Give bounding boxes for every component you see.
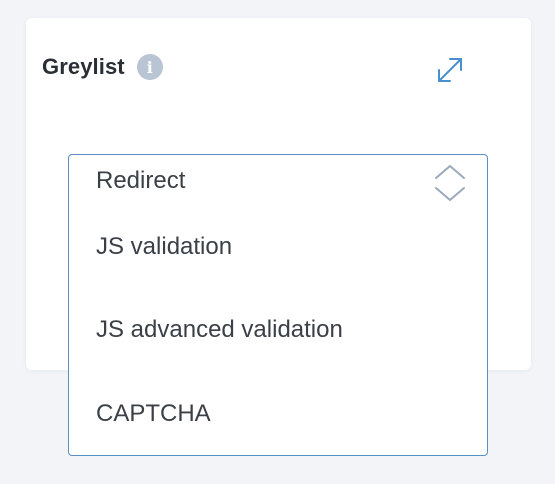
card-header: Greylist i [42,54,163,80]
expand-icon[interactable] [432,52,468,88]
select-current-value: Redirect [96,167,186,194]
chevron-updown-icon[interactable] [432,163,468,203]
card-title: Greylist [42,54,125,79]
option-js-advanced-validation[interactable]: JS advanced validation [96,316,343,344]
option-captcha[interactable]: CAPTCHA [96,400,211,428]
greylist-action-select[interactable]: Redirect JS validation JS advanced valid… [68,154,488,456]
info-icon[interactable]: i [136,54,163,80]
page: Greylist i Redirect JS validation JS adv… [0,0,555,484]
option-js-validation[interactable]: JS validation [96,233,232,261]
